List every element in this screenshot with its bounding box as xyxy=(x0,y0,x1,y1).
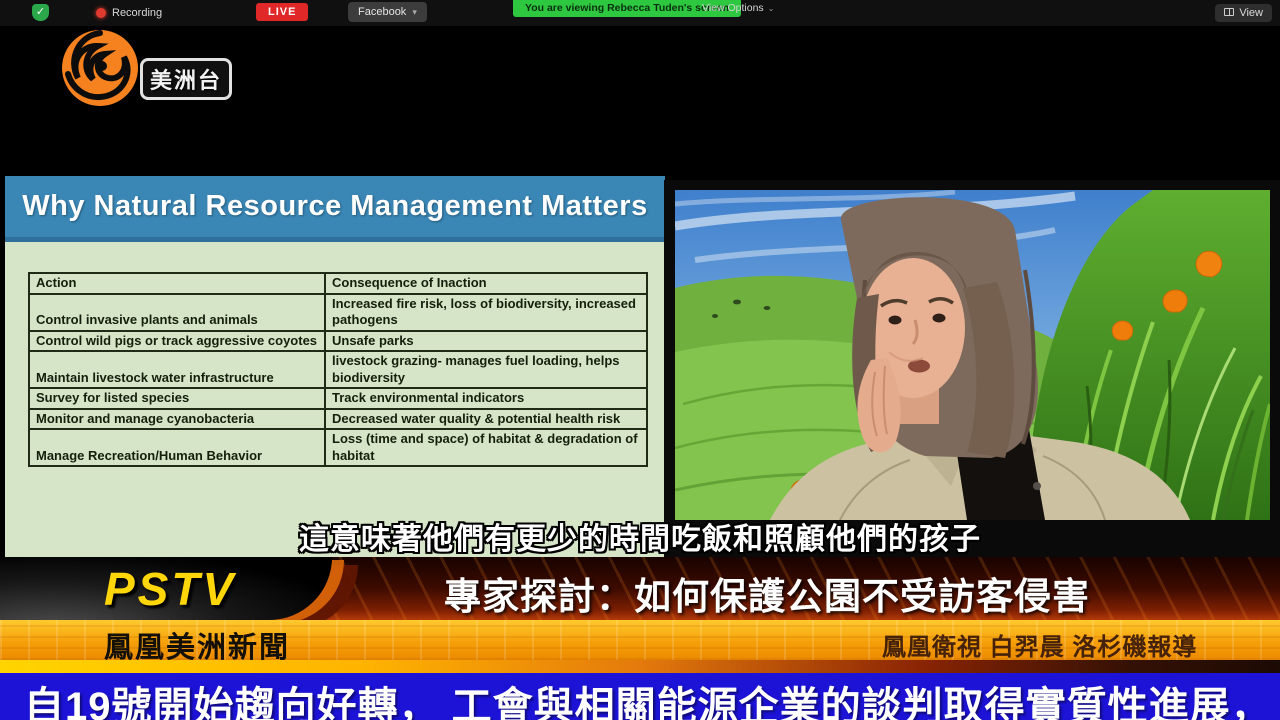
table-header-row: Action Consequence of Inaction xyxy=(29,273,647,294)
lower-third-headline-band: PSTV 專家探討：如何保護公園不受訪客侵害 xyxy=(0,557,1280,620)
action-cell: Control wild pigs or track aggressive co… xyxy=(29,331,325,352)
action-cell: Survey for listed species xyxy=(29,388,325,409)
action-cell: Manage Recreation/Human Behavior xyxy=(29,429,325,466)
security-shield-icon[interactable]: ✓ xyxy=(32,4,49,21)
view-options-label: View Options xyxy=(702,2,764,14)
consequence-cell: Loss (time and space) of habitat & degra… xyxy=(325,429,647,466)
shared-slide-panel: Why Natural Resource Management Matters … xyxy=(5,176,665,558)
view-options-button[interactable]: View Options ⌄ xyxy=(694,0,782,17)
consequence-cell: Increased fire risk, loss of biodiversit… xyxy=(325,294,647,331)
program-name: 鳳凰美洲新聞 xyxy=(104,624,290,660)
table-row: Survey for listed species Track environm… xyxy=(29,388,647,409)
channel-badge: 美洲台 xyxy=(140,58,232,100)
recording-dot-icon xyxy=(96,8,106,18)
table-row: Control wild pigs or track aggressive co… xyxy=(29,331,647,352)
view-button[interactable]: View xyxy=(1215,4,1272,22)
slide-title: Why Natural Resource Management Matters xyxy=(22,190,647,223)
action-cell: Maintain livestock water infrastructure xyxy=(29,351,325,388)
table-row: Manage Recreation/Human Behavior Loss (t… xyxy=(29,429,647,466)
facebook-button-label: Facebook xyxy=(358,6,406,18)
headline: 專家探討：如何保護公園不受訪客侵害 xyxy=(444,566,1090,620)
broadcast-frame: ✓ Recording LIVE Facebook▾ You are viewi… xyxy=(0,0,1280,720)
chevron-down-icon: ⌄ xyxy=(768,4,775,13)
zoom-topbar: ✓ Recording LIVE Facebook▾ You are viewi… xyxy=(0,0,1280,26)
recording-label: Recording xyxy=(112,7,162,19)
phoenix-tv-logo xyxy=(56,26,148,115)
consequence-cell: Decreased water quality & potential heal… xyxy=(325,409,647,430)
speaker-video-image xyxy=(675,190,1270,520)
phoenix-swirl-icon xyxy=(56,26,148,110)
facebook-button[interactable]: Facebook ▾ xyxy=(348,2,427,22)
ticker-divider-strip xyxy=(0,660,1280,673)
consequence-cell: Unsafe parks xyxy=(325,331,647,352)
live-badge: LIVE xyxy=(256,3,308,21)
layout-view-icon xyxy=(1224,8,1234,16)
view-button-label: View xyxy=(1239,7,1263,19)
lower-third-program-band: 鳳凰美洲新聞 鳳凰衛視 白羿晨 洛杉磯報導 xyxy=(0,620,1280,660)
speaker-video-tile xyxy=(664,180,1280,558)
subtitle-caption: 這意味著他們有更少的時間吃飯和照顧他們的孩子 xyxy=(0,514,1280,558)
slide-table: Action Consequence of Inaction Control i… xyxy=(28,272,648,467)
table-header-action: Action xyxy=(29,273,325,294)
table-row: Maintain livestock water infrastructure … xyxy=(29,351,647,388)
table-row: Control invasive plants and animals Incr… xyxy=(29,294,647,331)
pstv-logo: PSTV xyxy=(104,562,236,616)
table-row: Monitor and manage cyanobacteria Decreas… xyxy=(29,409,647,430)
news-ticker: 自19號開始趨向好轉， 工會與相關能源企業的談判取得實質性進展， 多個煉油廠和油… xyxy=(0,673,1280,720)
chevron-down-icon: ▾ xyxy=(412,7,417,17)
action-cell: Monitor and manage cyanobacteria xyxy=(29,409,325,430)
ticker-text: 自19號開始趨向好轉， 工會與相關能源企業的談判取得實質性進展， 多個煉油廠和油… xyxy=(24,674,1280,720)
consequence-cell: livestock grazing- manages fuel loading,… xyxy=(325,351,647,388)
lower-third: PSTV 專家探討：如何保護公園不受訪客侵害 鳳凰美洲新聞 鳳凰衛視 白羿晨 洛… xyxy=(0,557,1280,660)
slide-title-bar: Why Natural Resource Management Matters xyxy=(5,176,665,242)
reporter-credit: 鳳凰衛視 白羿晨 洛杉磯報導 xyxy=(882,627,1197,660)
table-header-consequence: Consequence of Inaction xyxy=(325,273,647,294)
action-cell: Control invasive plants and animals xyxy=(29,294,325,331)
consequence-cell: Track environmental indicators xyxy=(325,388,647,409)
